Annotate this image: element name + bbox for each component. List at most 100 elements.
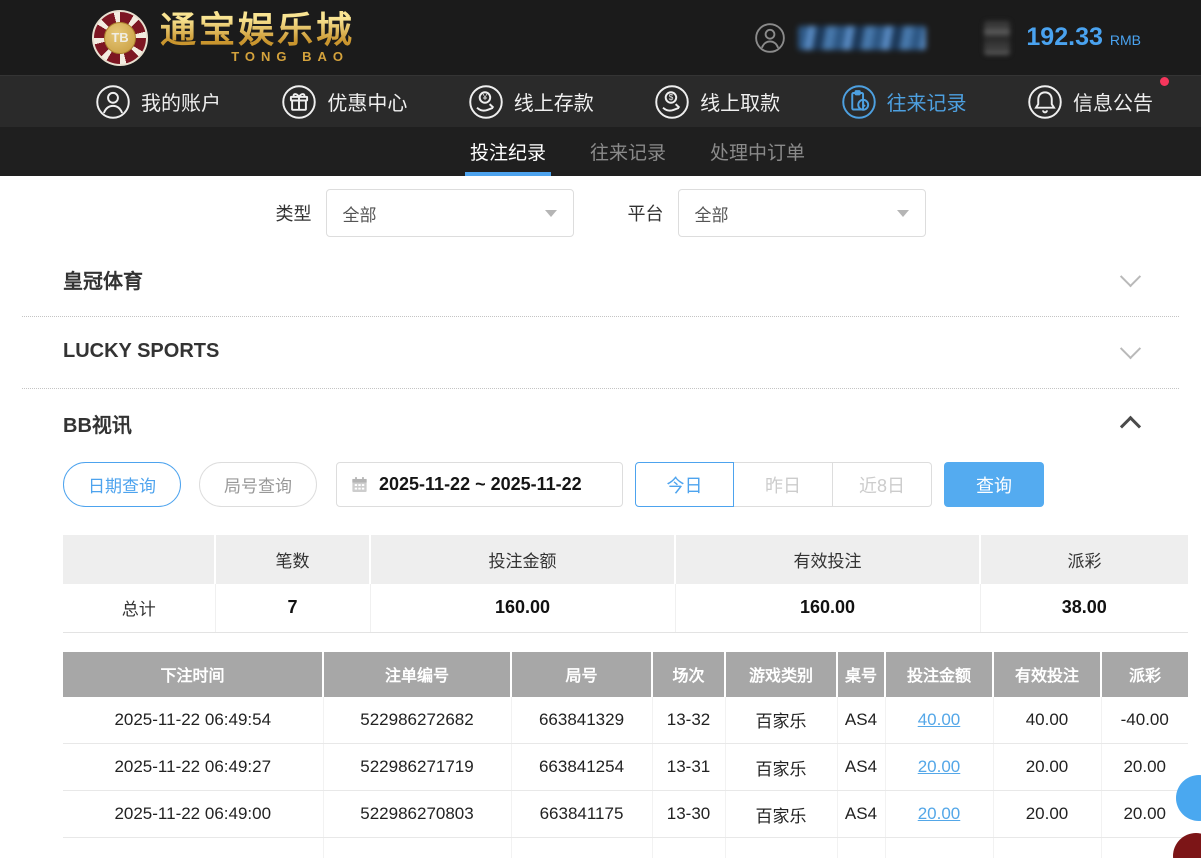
- bet-amount: 20.00: [885, 791, 993, 838]
- platform-select[interactable]: 全部: [678, 189, 926, 237]
- nav-withdraw[interactable]: $ 线上取款: [654, 84, 780, 120]
- brand-name-en: TONG BAO: [160, 49, 355, 64]
- session: 13-31: [652, 744, 725, 791]
- total-label: 总计: [63, 584, 215, 632]
- active-tab-underline: [465, 172, 551, 176]
- date-query-button[interactable]: 日期查询: [63, 462, 181, 507]
- nav-transaction-records[interactable]: 往来记录: [841, 84, 967, 120]
- notification-dot: [1160, 77, 1169, 86]
- filter-row: 类型 全部 平台 全部: [0, 189, 1201, 237]
- table-row: 2025-11-22 06:49:54522986272682663841329…: [63, 697, 1188, 744]
- query-toolbar: 日期查询 局号查询 2025-11-22 ~ 2025-11-22 今日 昨日 …: [0, 462, 1201, 507]
- chevron-down-icon[interactable]: [1120, 338, 1141, 359]
- nav-deposit[interactable]: ¥ 线上存款: [468, 84, 594, 120]
- round-query-button[interactable]: 局号查询: [199, 462, 317, 507]
- balance[interactable]: 192.33 RMB: [1026, 23, 1141, 52]
- section-divider: [22, 316, 1179, 317]
- bet-detail-table: 下注时间注单编号局号场次游戏类别桌号投注金额有效投注派彩 2025-11-22 …: [63, 652, 1188, 858]
- quick-date-group: 今日 昨日 近8日: [635, 462, 932, 507]
- session: 13-32: [652, 697, 725, 744]
- game-type: 百家乐: [725, 791, 837, 838]
- deposit-coin-icon: ¥: [468, 84, 504, 120]
- round-number: 663841329: [511, 697, 652, 744]
- bet-column-header: 注单编号: [323, 652, 511, 697]
- table-number: AS4: [837, 791, 885, 838]
- gift-icon: [281, 84, 317, 120]
- today-button[interactable]: 今日: [635, 462, 734, 507]
- payout: 20.00: [1101, 744, 1188, 791]
- session: 13-30: [652, 791, 725, 838]
- summary-total-row: 总计 7 160.00 160.00 38.00: [63, 584, 1188, 632]
- date-range-value: 2025-11-22 ~ 2025-11-22: [379, 474, 582, 495]
- section-crown-sports[interactable]: 皇冠体育: [0, 259, 1201, 299]
- withdraw-coin-icon: $: [654, 84, 690, 120]
- nav-announcements[interactable]: 信息公告: [1027, 84, 1153, 120]
- nav-my-account[interactable]: 我的账户: [95, 84, 221, 120]
- summary-table: 笔数 投注金额 有效投注 派彩 总计 7 160.00 160.00 38.00: [63, 535, 1188, 633]
- username-blurred[interactable]: [798, 26, 926, 50]
- top-bar: TB 通宝娱乐城 TONG BAO 192.33 RMB: [0, 0, 1201, 75]
- last-8-days-button[interactable]: 近8日: [833, 462, 932, 507]
- bet-id: 522986270803: [323, 791, 511, 838]
- bet-column-header: 派彩: [1101, 652, 1188, 697]
- bet-column-header: 投注金额: [885, 652, 993, 697]
- chevron-up-icon[interactable]: [1120, 415, 1141, 436]
- yesterday-button[interactable]: 昨日: [734, 462, 833, 507]
- user-avatar-icon[interactable]: [754, 22, 786, 54]
- bet-amount-link[interactable]: 40.00: [918, 710, 961, 729]
- date-range-input[interactable]: 2025-11-22 ~ 2025-11-22: [336, 462, 623, 507]
- section-lucky-sports[interactable]: LUCKY SPORTS: [0, 331, 1201, 371]
- section-divider: [22, 388, 1179, 389]
- bet-amount-link[interactable]: 20.00: [918, 757, 961, 776]
- table-number: AS4: [837, 744, 885, 791]
- calendar-icon: [350, 475, 369, 494]
- wallet-icon-blurred[interactable]: [984, 21, 1010, 55]
- bet-column-header: 下注时间: [63, 652, 323, 697]
- chevron-down-icon: [545, 210, 557, 217]
- total-count: 7: [215, 584, 370, 632]
- bet-column-header: 游戏类别: [725, 652, 837, 697]
- bet-id: 522986272682: [323, 697, 511, 744]
- record-tabs: 投注纪录 往来记录 处理中订单: [0, 127, 1201, 176]
- bet-time: 2025-11-22 06:49:27: [63, 744, 323, 791]
- table-row: 2025-11-22 06:49:27522986271719663841254…: [63, 744, 1188, 791]
- table-number: AS4: [837, 697, 885, 744]
- bet-time: 2025-11-22 06:49:00: [63, 791, 323, 838]
- chip-monogram: TB: [104, 22, 136, 54]
- main-nav: 我的账户 优惠中心 ¥ 线上存款 $ 线上取款 往来记录: [0, 75, 1201, 127]
- chevron-down-icon[interactable]: [1120, 266, 1141, 287]
- brand-logo[interactable]: TB 通宝娱乐城 TONG BAO: [92, 10, 355, 66]
- chevron-down-icon: [897, 210, 909, 217]
- tab-pending-orders[interactable]: 处理中订单: [710, 127, 805, 176]
- bet-amount: 40.00: [885, 697, 993, 744]
- total-bet-amount: 160.00: [370, 584, 675, 632]
- valid-bet: 20.00: [993, 744, 1101, 791]
- table-row-partial: [63, 838, 1188, 858]
- game-type: 百家乐: [725, 744, 837, 791]
- payout: 20.00: [1101, 791, 1188, 838]
- bet-amount: 20.00: [885, 744, 993, 791]
- total-payout: 38.00: [980, 584, 1188, 632]
- brand-name: 通宝娱乐城: [160, 11, 355, 49]
- casino-chip-icon: TB: [92, 10, 148, 66]
- summary-header-row: 笔数 投注金额 有效投注 派彩: [63, 535, 1188, 584]
- tab-bet-records[interactable]: 投注纪录: [470, 127, 546, 176]
- round-number: 663841254: [511, 744, 652, 791]
- balance-currency: RMB: [1110, 32, 1141, 48]
- section-bb-live[interactable]: BB视讯: [0, 403, 1201, 443]
- total-valid-bet: 160.00: [675, 584, 980, 632]
- bet-column-header: 桌号: [837, 652, 885, 697]
- bet-amount-link[interactable]: 20.00: [918, 804, 961, 823]
- valid-bet: 40.00: [993, 697, 1101, 744]
- table-row: 2025-11-22 06:49:00522986270803663841175…: [63, 791, 1188, 838]
- type-select[interactable]: 全部: [326, 189, 574, 237]
- bet-table-header-row: 下注时间注单编号局号场次游戏类别桌号投注金额有效投注派彩: [63, 652, 1188, 697]
- svg-text:$: $: [669, 93, 674, 102]
- user-icon: [95, 84, 131, 120]
- tab-transaction-records[interactable]: 往来记录: [590, 127, 666, 176]
- bet-column-header: 有效投注: [993, 652, 1101, 697]
- nav-promotions[interactable]: 优惠中心: [281, 84, 407, 120]
- platform-filter-label: 平台: [628, 200, 664, 226]
- type-filter-label: 类型: [276, 200, 312, 226]
- search-button[interactable]: 查询: [944, 462, 1044, 507]
